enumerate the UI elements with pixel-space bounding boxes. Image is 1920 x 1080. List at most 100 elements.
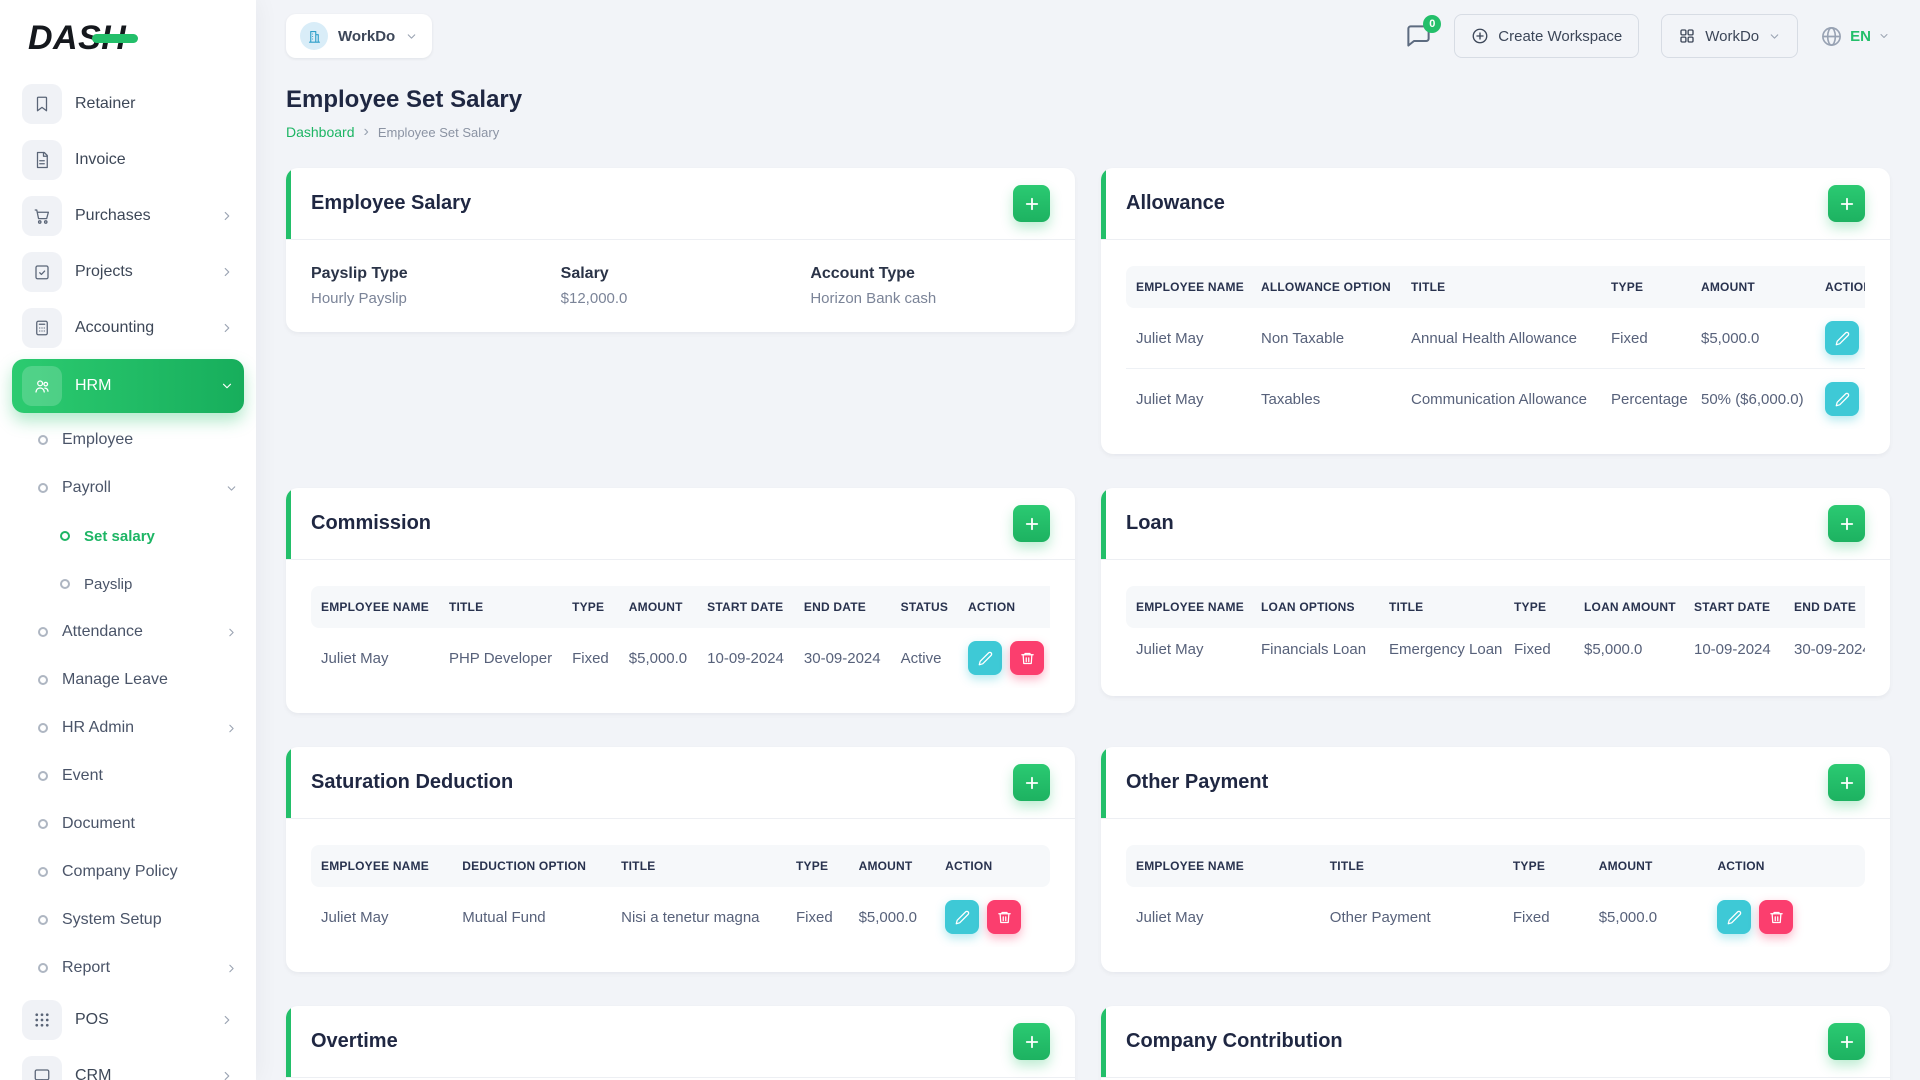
bullet-icon (38, 771, 48, 781)
bullet-icon (38, 963, 48, 973)
table-cell: Nisi a tenetur magna (621, 908, 760, 926)
edit-button[interactable] (945, 900, 980, 934)
workspace-menu-label: WorkDo (1705, 27, 1760, 45)
table-row: Juliet May Financials Loan Emergency Loan F… (1126, 628, 1865, 671)
sidebar-item-report[interactable]: Report (12, 944, 244, 992)
delete-button[interactable] (1759, 900, 1794, 934)
chevron-down-icon (1880, 34, 1888, 38)
sidebar-item-purchases[interactable]: Purchases (12, 188, 244, 244)
edit-button[interactable] (1717, 900, 1752, 934)
actions-cell (1815, 308, 1865, 369)
edit-button[interactable] (1825, 321, 1859, 355)
sidebar-item-event[interactable]: Event (12, 752, 244, 800)
salary-fields: Payslip Type Hourly Payslip Salary $12,0… (286, 240, 1075, 332)
sidebar-item-projects[interactable]: Projects (12, 244, 244, 300)
workspace-select[interactable]: WorkDo (286, 14, 433, 58)
add-overtime-button[interactable] (1013, 1023, 1050, 1060)
edit-pencil-icon (955, 910, 969, 924)
sidebar-item-employee[interactable]: Employee (12, 416, 244, 464)
sidebar-item-crm[interactable]: CRM (12, 1048, 244, 1080)
table-cell: $5,000.0 (1584, 641, 1643, 658)
data-table: EMPLOYEE NAME ALLOWANCE OPTION TITLE TYPE AM… (1126, 266, 1865, 429)
chevron-down-icon (225, 482, 238, 495)
table-cell: Non Taxable (1261, 329, 1345, 347)
field-label: Account Type (810, 265, 915, 282)
sidebar-item-payslip[interactable]: Payslip (12, 560, 244, 608)
field-value: Horizon Bank cash (810, 290, 937, 307)
card-title: Employee Salary (311, 192, 472, 214)
edit-button[interactable] (1825, 382, 1859, 416)
sidebar-item-label: Payslip (84, 575, 133, 593)
column-header: EMPLOYEE NAME (1126, 266, 1251, 308)
card-title: Allowance (1126, 192, 1225, 214)
column-header: TITLE (438, 586, 563, 628)
column-header: ACTION (1815, 266, 1865, 308)
messages-button[interactable]: 0 (1405, 14, 1442, 50)
sidebar-item-accounting[interactable]: Accounting (12, 300, 244, 356)
column-header: STATUS (890, 586, 959, 628)
table-cell: Fixed (796, 908, 833, 926)
card-header: Company Contribution (1101, 1006, 1890, 1078)
column-header: LOAN AMOUNT (1574, 586, 1684, 628)
sidebar-item-retainer[interactable]: Retainer (12, 76, 244, 132)
edit-pencil-icon (1835, 392, 1849, 406)
table-cell: Fixed (1512, 908, 1550, 926)
column-header: AMOUNT (1691, 266, 1815, 308)
other-payment-table: EMPLOYEE NAME TITLE TYPE AMOUNT ACTION Juliet… (1126, 845, 1865, 947)
salary-field: Salary $12,000.0 (561, 265, 801, 307)
table-cell: Juliet May (1136, 908, 1204, 926)
table-cell: Active (900, 649, 942, 667)
add-commission-button[interactable] (1013, 505, 1050, 542)
card-title: Saturation Deduction (311, 771, 514, 793)
language-selector[interactable]: EN (1820, 25, 1890, 48)
workspace-menu-button[interactable]: WorkDo (1661, 14, 1799, 58)
sidebar-item-document[interactable]: Document (12, 800, 244, 848)
bullet-icon (60, 531, 70, 541)
app-logo[interactable]: DASH (0, 0, 256, 76)
sidebar-item-company-policy[interactable]: Company Policy (12, 848, 244, 896)
column-header: ACTION (1707, 845, 1865, 887)
plus-icon (1025, 776, 1038, 789)
table-cell: Taxables (1251, 368, 1401, 429)
edit-button[interactable] (968, 641, 1003, 675)
add-saturation-deduction-button[interactable] (1013, 764, 1050, 801)
sidebar-item-attendance[interactable]: Attendance (12, 608, 244, 656)
add-employee-salary-button[interactable] (1013, 185, 1050, 222)
add-loan-button[interactable] (1828, 505, 1865, 542)
loan-card: Loan EMPLOYEE NAME LOAN OPTIONS TITLE TYPE L… (1101, 488, 1890, 696)
sidebar-item-label: Attendance (62, 623, 143, 640)
chevron-down-icon (405, 30, 418, 43)
bullet-icon (38, 627, 48, 637)
sidebar-item-pos[interactable]: POS (12, 992, 244, 1048)
commission-card: Commission EMPLOYEE NAME TITLE TYPE AMOUNT S… (286, 488, 1075, 713)
sidebar-item-manage-leave[interactable]: Manage Leave (12, 656, 244, 704)
overtime-card: Overtime (286, 1006, 1075, 1080)
sidebar-item-set-salary[interactable]: Set salary (12, 512, 244, 560)
data-table: EMPLOYEE NAME TITLE TYPE AMOUNT START DATE EN… (311, 586, 1050, 688)
create-workspace-button[interactable]: Create Workspace (1454, 14, 1640, 58)
sidebar-item-invoice[interactable]: Invoice (12, 132, 244, 188)
field-value: Hourly Payslip (311, 290, 407, 307)
sidebar-item-payroll[interactable]: Payroll (12, 464, 244, 512)
column-header: START DATE (697, 586, 794, 628)
page-content: Employee Set Salary Dashboard › Employee… (256, 72, 1920, 1080)
sidebar-item-label: Set salary (84, 527, 155, 545)
add-company-contribution-button[interactable] (1828, 1023, 1865, 1060)
sidebar-item-hrm[interactable]: HRM (12, 359, 244, 413)
delete-button[interactable] (1010, 641, 1045, 675)
sidebar-item-hr-admin[interactable]: HR Admin (12, 704, 244, 752)
sidebar-item-label: HRM (75, 377, 112, 394)
sidebar-item-system-setup[interactable]: System Setup (12, 896, 244, 944)
table-row: Juliet May Mutual Fund Nisi a tenetur magn… (311, 887, 1050, 947)
delete-button[interactable] (987, 900, 1022, 934)
payslip-type-field: Payslip Type Hourly Payslip (311, 265, 551, 307)
sidebar-item-label: Projects (75, 263, 133, 280)
bullet-icon (38, 819, 48, 829)
breadcrumb-dashboard-link[interactable]: Dashboard (286, 124, 355, 140)
monitor-icon (22, 1056, 62, 1080)
add-allowance-button[interactable] (1828, 185, 1865, 222)
workspace-building-icon (300, 22, 328, 50)
add-other-payment-button[interactable] (1828, 764, 1865, 801)
column-header: START DATE (1684, 586, 1784, 628)
table-row: Juliet May Non Taxable Annual Health Allow… (1126, 308, 1865, 369)
